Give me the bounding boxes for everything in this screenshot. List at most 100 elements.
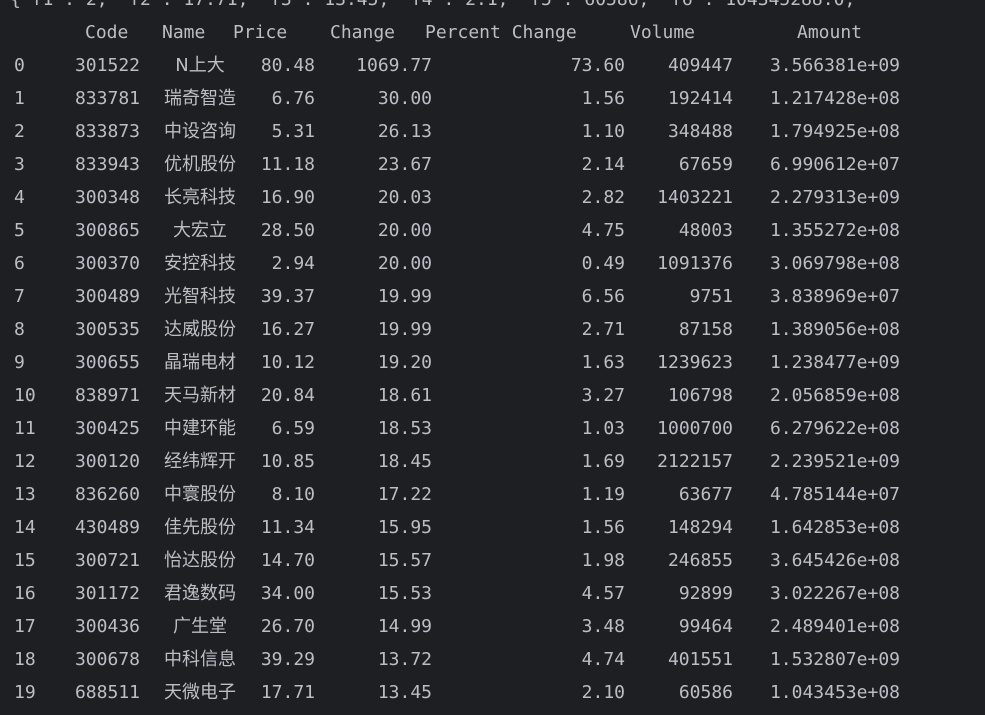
cell-pct: 4.57 — [581, 583, 625, 604]
cell-amt: 1.794925e+08 — [769, 121, 900, 142]
cell-change: 20.03 — [377, 187, 432, 208]
cell-pct: 4.75 — [581, 220, 625, 241]
cell-vol: 401551 — [667, 649, 733, 670]
cell-vol: 1091376 — [657, 253, 733, 274]
cell-change: 23.67 — [377, 154, 432, 175]
cell-change: 15.57 — [377, 550, 432, 571]
column-header-price: Price — [233, 22, 288, 43]
cell-vol: 92899 — [678, 583, 733, 604]
cell-vol: 246855 — [667, 550, 733, 571]
cell-price: 16.27 — [260, 319, 315, 340]
cell-change: 18.53 — [377, 418, 432, 439]
cell-amt: 3.838969e+07 — [769, 286, 900, 307]
cell-idx: 10 — [14, 385, 36, 406]
cell-name: 中科信息 — [164, 649, 236, 670]
cell-idx: 13 — [14, 484, 36, 505]
cell-pct: 1.10 — [581, 121, 625, 142]
cell-name: 晶瑞电材 — [164, 352, 236, 373]
cell-name: 优机股份 — [164, 154, 236, 175]
cell-name: 安控科技 — [164, 253, 236, 274]
cell-idx: 17 — [14, 616, 36, 637]
cell-pct: 1.03 — [581, 418, 625, 439]
cell-price: 2.94 — [271, 253, 315, 274]
cell-amt: 6.990612e+07 — [769, 154, 900, 175]
cell-change: 15.95 — [377, 517, 432, 538]
cell-change: 19.20 — [377, 352, 432, 373]
cell-vol: 148294 — [667, 517, 733, 538]
cell-pct: 1.56 — [581, 517, 625, 538]
cell-idx: 5 — [14, 220, 25, 241]
cell-change: 13.45 — [377, 682, 432, 703]
cell-amt: 1.355272e+08 — [769, 220, 900, 241]
cell-pct: 3.27 — [581, 385, 625, 406]
cell-change: 18.61 — [377, 385, 432, 406]
cell-price: 16.90 — [260, 187, 315, 208]
cell-amt: 2.239521e+09 — [769, 451, 900, 472]
cell-name: 佳先股份 — [164, 517, 236, 538]
cell-idx: 14 — [14, 517, 36, 538]
cell-vol: 1000700 — [657, 418, 733, 439]
cell-price: 5.31 — [271, 121, 315, 142]
cell-code: 300489 — [74, 286, 140, 307]
cell-vol: 1403221 — [657, 187, 733, 208]
cell-code: 300865 — [74, 220, 140, 241]
cell-change: 1069.77 — [356, 55, 432, 76]
cell-pct: 73.60 — [570, 55, 625, 76]
cell-change: 20.00 — [377, 253, 432, 274]
cell-idx: 2 — [14, 121, 25, 142]
cell-code: 301522 — [74, 55, 140, 76]
cell-price: 6.59 — [271, 418, 315, 439]
cell-name: 中设咨询 — [164, 121, 236, 142]
cell-idx: 4 — [14, 187, 25, 208]
cell-pct: 3.48 — [581, 616, 625, 637]
cell-code: 300535 — [74, 319, 140, 340]
cell-idx: 15 — [14, 550, 36, 571]
cell-code: 301172 — [74, 583, 140, 604]
cell-price: 11.34 — [260, 517, 315, 538]
cell-amt: 1.389056e+08 — [769, 319, 900, 340]
cell-idx: 0 — [14, 55, 25, 76]
cell-amt: 2.279313e+09 — [769, 187, 900, 208]
cell-change: 18.45 — [377, 451, 432, 472]
cell-amt: 2.489401e+08 — [769, 616, 900, 637]
cell-idx: 9 — [14, 352, 25, 373]
cell-amt: 3.069798e+08 — [769, 253, 900, 274]
cell-name: 大宏立 — [173, 220, 227, 241]
cell-amt: 1.532807e+09 — [769, 649, 900, 670]
cell-vol: 106798 — [667, 385, 733, 406]
cell-code: 300348 — [74, 187, 140, 208]
cell-name: 天微电子 — [164, 682, 236, 703]
cell-pct: 6.56 — [581, 286, 625, 307]
cell-name: 光智科技 — [164, 286, 236, 307]
cell-change: 15.53 — [377, 583, 432, 604]
cell-idx: 3 — [14, 154, 25, 175]
cell-price: 26.70 — [260, 616, 315, 637]
cell-name: 中寰股份 — [164, 484, 236, 505]
cell-idx: 18 — [14, 649, 36, 670]
cell-amt: 1.043453e+08 — [769, 682, 900, 703]
column-header-change: Change — [330, 22, 396, 43]
cell-vol: 348488 — [667, 121, 733, 142]
cell-code: 300721 — [74, 550, 140, 571]
column-header-percent: Percent Change — [425, 22, 577, 43]
cell-price: 34.00 — [260, 583, 315, 604]
cell-pct: 0.49 — [581, 253, 625, 274]
cell-price: 17.71 — [260, 682, 315, 703]
cell-price: 28.50 — [260, 220, 315, 241]
cell-code: 300120 — [74, 451, 140, 472]
cell-code: 833781 — [74, 88, 140, 109]
cell-price: 10.12 — [260, 352, 315, 373]
cell-code: 833873 — [74, 121, 140, 142]
console-output: {'f1': 2, 'f2': 17.71, 'f3': 13.45, 'f4'… — [0, 0, 985, 715]
cell-pct: 1.19 — [581, 484, 625, 505]
cell-vol: 192414 — [667, 88, 733, 109]
cell-idx: 19 — [14, 682, 36, 703]
cell-change: 19.99 — [377, 319, 432, 340]
cell-name: 瑞奇智造 — [164, 88, 236, 109]
cell-code: 688511 — [74, 682, 140, 703]
cell-change: 13.72 — [377, 649, 432, 670]
cell-price: 6.76 — [271, 88, 315, 109]
cell-vol: 87158 — [678, 319, 733, 340]
cell-pct: 2.82 — [581, 187, 625, 208]
cell-idx: 8 — [14, 319, 25, 340]
